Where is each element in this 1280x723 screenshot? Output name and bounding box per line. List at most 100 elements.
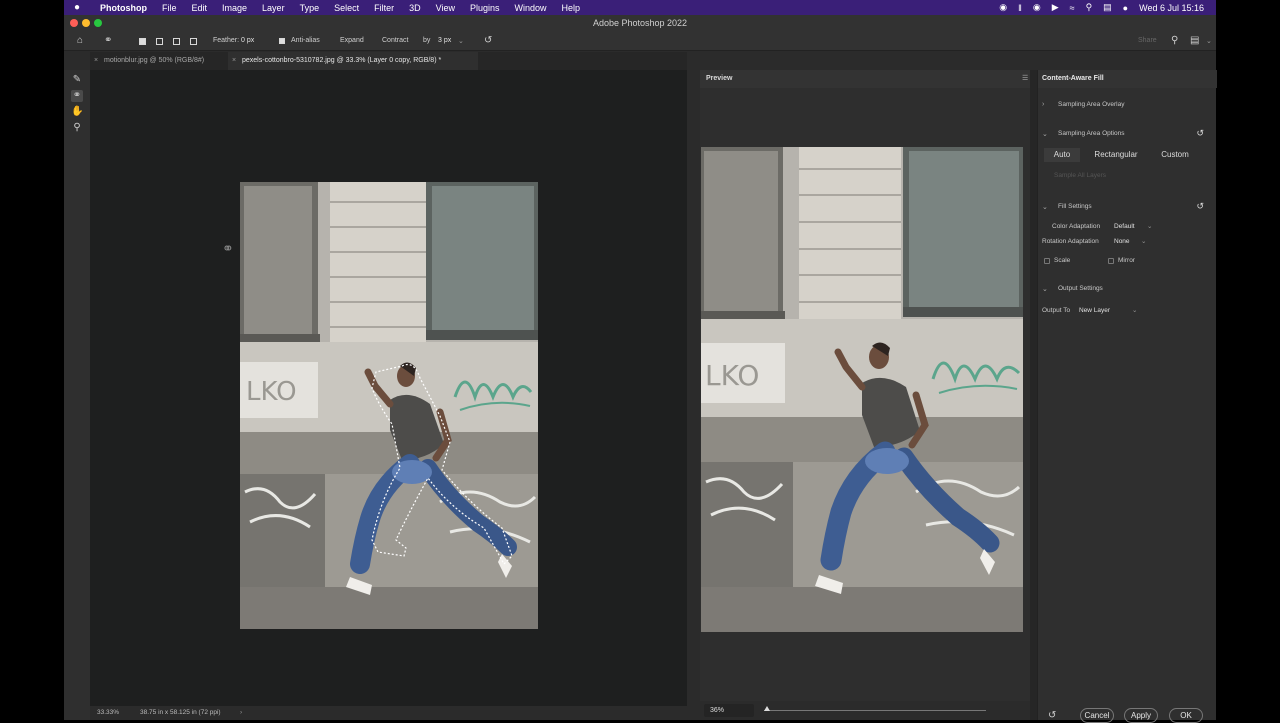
status-arrow-icon[interactable]: › bbox=[240, 709, 242, 716]
sampling-mode-rectangular[interactable]: Rectangular bbox=[1088, 148, 1144, 162]
menu-type[interactable]: Type bbox=[300, 3, 320, 13]
scale-checkbox[interactable] bbox=[1044, 258, 1050, 264]
caf-title: Content-Aware Fill bbox=[1042, 75, 1104, 82]
search-icon[interactable]: ⚲ bbox=[1171, 36, 1178, 46]
tab-label: motionblur.jpg @ 50% (RGB/8#) bbox=[104, 57, 205, 64]
mirror-checkbox[interactable] bbox=[1108, 258, 1114, 264]
chevron-down-icon[interactable]: ⌄ bbox=[1042, 203, 1048, 211]
menu-file[interactable]: File bbox=[162, 3, 177, 13]
close-window-button[interactable] bbox=[70, 19, 78, 27]
preview-label: Preview bbox=[706, 75, 733, 82]
creative-cloud-icon[interactable]: ◉ bbox=[999, 2, 1007, 13]
output-to-dropdown[interactable]: New Layer bbox=[1079, 307, 1110, 314]
zoom-tool-icon[interactable]: ⚲ bbox=[71, 122, 83, 134]
rotation-adaptation-dropdown[interactable]: None bbox=[1114, 238, 1130, 245]
fill-settings-header[interactable]: Fill Settings bbox=[1058, 203, 1092, 210]
menu-help[interactable]: Help bbox=[562, 3, 581, 13]
menu-select[interactable]: Select bbox=[334, 3, 359, 13]
sampling-mode-auto[interactable]: Auto bbox=[1044, 148, 1080, 162]
panel-menu-icon[interactable]: ☰ bbox=[1022, 74, 1028, 82]
preview-zoom-slider-track[interactable] bbox=[764, 710, 986, 711]
sampling-area-overlay-header[interactable]: Sampling Area Overlay bbox=[1058, 101, 1124, 108]
reset-fill-icon[interactable]: ↺ bbox=[1196, 201, 1204, 212]
reset-icon[interactable]: ↺ bbox=[484, 36, 492, 46]
sampling-mode-custom[interactable]: Custom bbox=[1154, 148, 1196, 162]
feather-input[interactable]: 0 px bbox=[241, 37, 254, 44]
preview-zoom-slider-thumb[interactable] bbox=[764, 706, 770, 711]
share-button[interactable]: Share bbox=[1138, 37, 1157, 44]
document-canvas[interactable]: LKO ⚭ bbox=[90, 70, 687, 706]
menu-3d[interactable]: 3D bbox=[409, 3, 421, 13]
minimize-window-button[interactable] bbox=[82, 19, 90, 27]
ok-button[interactable]: OK bbox=[1169, 708, 1203, 723]
close-tab-icon[interactable]: × bbox=[232, 52, 236, 70]
menu-layer[interactable]: Layer bbox=[262, 3, 285, 13]
by-dropdown-icon[interactable]: ⌄ bbox=[458, 37, 464, 45]
menu-window[interactable]: Window bbox=[515, 3, 547, 13]
preview-photo[interactable]: LKO bbox=[701, 147, 1023, 632]
svg-text:LKO: LKO bbox=[246, 377, 297, 407]
zoom-window-button[interactable] bbox=[94, 19, 102, 27]
svg-text:LKO: LKO bbox=[705, 359, 759, 392]
new-selection-icon[interactable] bbox=[139, 38, 146, 45]
chevron-right-icon[interactable]: › bbox=[1042, 101, 1044, 108]
apply-button[interactable]: Apply bbox=[1124, 708, 1158, 723]
wifi-icon[interactable]: ≈ bbox=[1070, 3, 1075, 13]
tab-motionblur[interactable]: × motionblur.jpg @ 50% (RGB/8#) bbox=[90, 52, 225, 70]
control-center-icon[interactable]: ▤ bbox=[1103, 2, 1112, 13]
menu-plugins[interactable]: Plugins bbox=[470, 3, 500, 13]
tab-pexels-cottonbro[interactable]: × pexels-cottonbro-5310782.jpg @ 33.3% (… bbox=[228, 52, 478, 70]
add-selection-icon[interactable] bbox=[156, 38, 163, 45]
status-bar: 33.33% 38.75 in x 58.125 in (72 ppi) › bbox=[90, 706, 687, 720]
chevron-down-icon[interactable]: ⌄ bbox=[1141, 237, 1146, 245]
search-icon[interactable]: ⚲ bbox=[1086, 2, 1093, 13]
status-zoom[interactable]: 33.33% bbox=[97, 709, 119, 716]
window-title: Adobe Photoshop 2022 bbox=[592, 18, 688, 28]
reset-sampling-icon[interactable]: ↺ bbox=[1196, 128, 1204, 139]
chevron-down-icon[interactable]: ⌄ bbox=[1147, 222, 1152, 230]
menu-image[interactable]: Image bbox=[222, 3, 247, 13]
menu-view[interactable]: View bbox=[436, 3, 455, 13]
home-icon[interactable]: ⌂ bbox=[77, 36, 83, 46]
feather-label: Feather: bbox=[213, 37, 240, 44]
chevron-down-icon[interactable]: ⌄ bbox=[1132, 306, 1137, 314]
antialias-checkbox[interactable] bbox=[279, 38, 285, 44]
mirror-label: Mirror bbox=[1118, 257, 1135, 264]
record-icon[interactable]: ◉ bbox=[1033, 2, 1041, 13]
menu-edit[interactable]: Edit bbox=[192, 3, 208, 13]
preview-panel: Preview ☰ LKO 36% bbox=[700, 70, 1030, 720]
panel-divider[interactable] bbox=[1030, 70, 1037, 720]
color-adaptation-dropdown[interactable]: Default bbox=[1114, 223, 1135, 230]
subtract-selection-icon[interactable] bbox=[173, 38, 180, 45]
menu-filter[interactable]: Filter bbox=[374, 3, 394, 13]
document-photo[interactable]: LKO bbox=[240, 182, 538, 629]
tab-label: pexels-cottonbro-5310782.jpg @ 33.3% (La… bbox=[242, 57, 442, 64]
screen: ● Photoshop File Edit Image Layer Type S… bbox=[0, 0, 1280, 723]
menu-app-name[interactable]: Photoshop bbox=[100, 3, 147, 13]
intersect-selection-icon[interactable] bbox=[190, 38, 197, 45]
workspace-dropdown-icon[interactable]: ⌄ bbox=[1206, 37, 1212, 45]
pause-icon[interactable]: ‖ bbox=[1018, 3, 1022, 13]
chevron-down-icon[interactable]: ⌄ bbox=[1042, 285, 1048, 293]
filled-preview-photo: LKO bbox=[701, 147, 1023, 632]
output-settings-header[interactable]: Output Settings bbox=[1058, 285, 1103, 292]
by-input[interactable]: 3 px bbox=[438, 37, 451, 44]
workspace-icon[interactable]: ▤ bbox=[1190, 36, 1199, 46]
lasso-tool-icon[interactable]: ⚭ bbox=[104, 36, 112, 46]
lasso-tool-icon[interactable]: ⚭ bbox=[71, 90, 83, 102]
color-adaptation-label: Color Adaptation bbox=[1052, 223, 1101, 230]
caf-tab: Content-Aware Fill bbox=[1038, 70, 1217, 88]
chevron-down-icon[interactable]: ⌄ bbox=[1042, 130, 1048, 138]
preview-zoom-field[interactable]: 36% bbox=[704, 704, 754, 717]
play-icon[interactable]: ▶ bbox=[1052, 2, 1059, 13]
brush-tool-icon[interactable]: ✎ bbox=[71, 74, 83, 86]
apple-icon[interactable]: ● bbox=[74, 2, 86, 14]
cancel-button[interactable]: Cancel bbox=[1080, 708, 1114, 723]
clock-text[interactable]: Wed 6 Jul 15:16 bbox=[1139, 3, 1204, 13]
siri-icon[interactable]: ● bbox=[1123, 3, 1128, 13]
hand-tool-icon[interactable]: ✋ bbox=[71, 106, 83, 118]
sampling-area-options-header[interactable]: Sampling Area Options bbox=[1058, 130, 1124, 137]
contract-button[interactable]: Contract bbox=[382, 37, 408, 44]
close-tab-icon[interactable]: × bbox=[94, 52, 98, 70]
expand-button[interactable]: Expand bbox=[340, 37, 364, 44]
